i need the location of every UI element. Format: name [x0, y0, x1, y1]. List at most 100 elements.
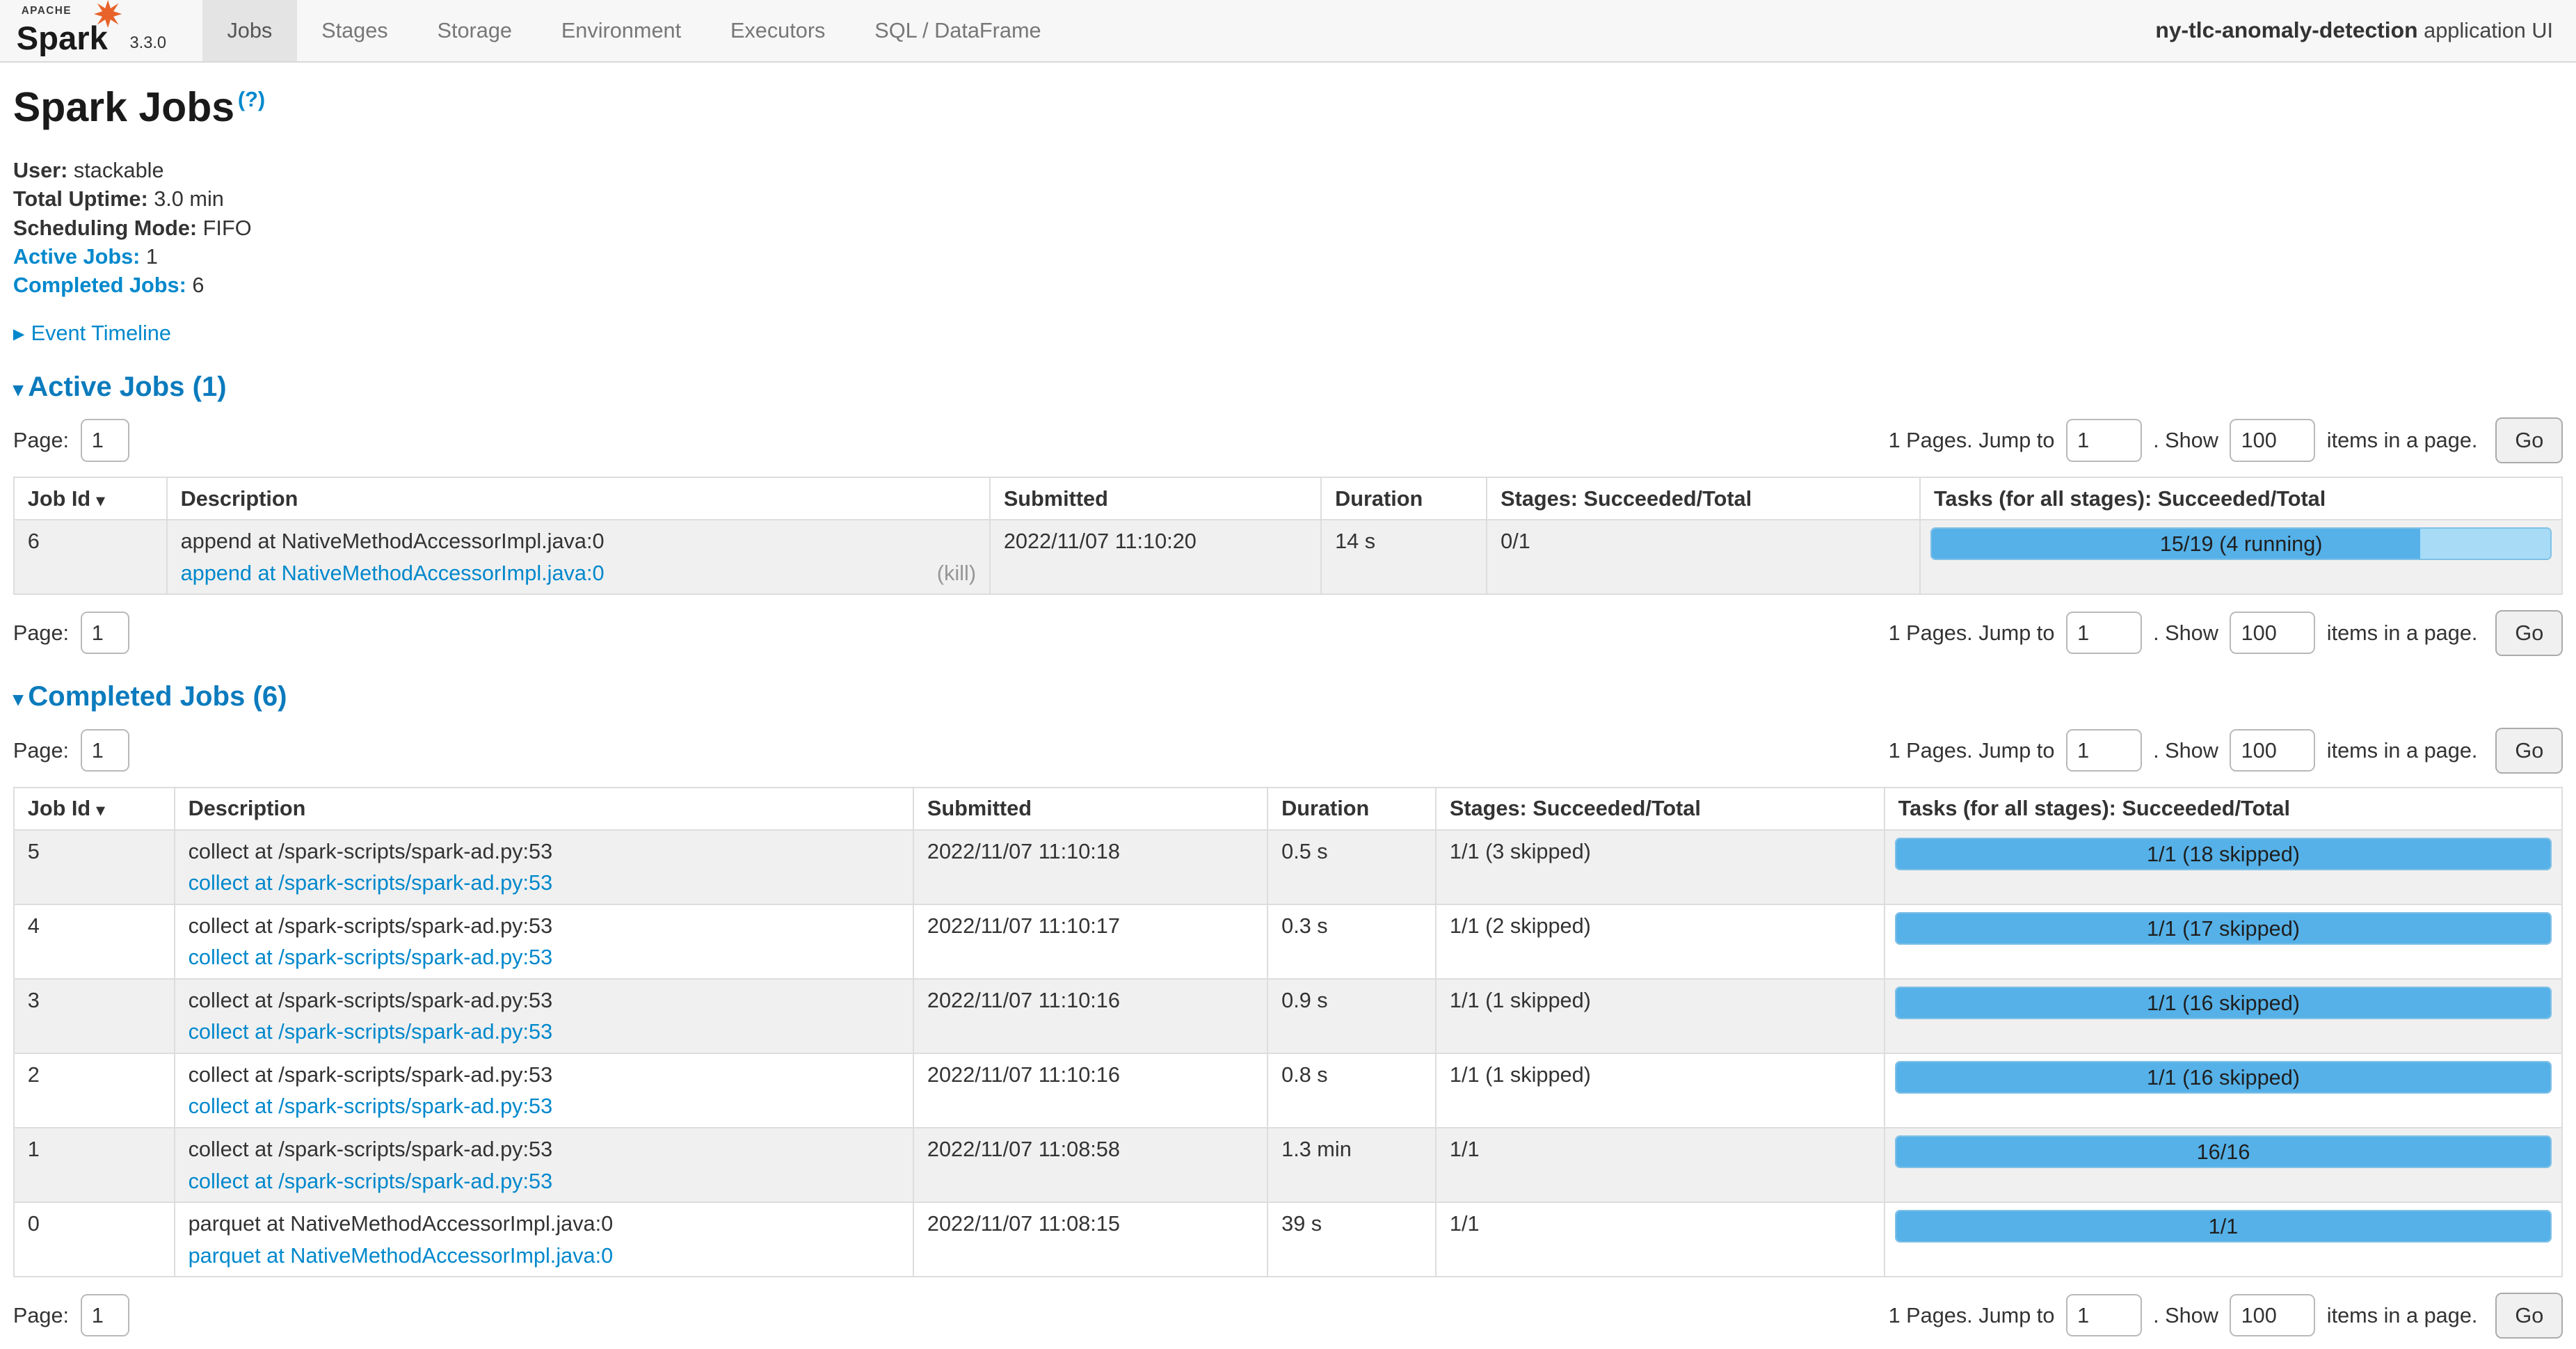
col-header-duration[interactable]: Duration: [1321, 477, 1487, 520]
go-button[interactable]: Go: [2495, 610, 2563, 656]
col-header-tasks[interactable]: Tasks (for all stages): Succeeded/Total: [1920, 477, 2562, 520]
completed-jobs-link[interactable]: Completed Jobs:: [13, 273, 186, 297]
description-text: collect at /spark-scripts/spark-ad.py:53: [189, 1062, 900, 1087]
collapse-arrow-icon: ▾: [13, 688, 23, 710]
tasks-progress-bar: 1/1 (16 skipped): [1895, 987, 2552, 1019]
job-detail-link[interactable]: collect at /spark-scripts/spark-ad.py:53: [189, 945, 553, 969]
event-timeline-toggle[interactable]: ▶Event Timeline: [13, 321, 2563, 346]
tasks-progress-cell: 1/1: [1885, 1202, 2562, 1277]
tasks-progress-bar: 1/1: [1895, 1210, 2552, 1243]
description-text: collect at /spark-scripts/spark-ad.py:53: [189, 913, 900, 939]
col-header-job-id[interactable]: Job Id ▾: [14, 788, 175, 831]
submitted-cell: 2022/11/07 11:10:17: [913, 904, 1267, 979]
completed-job-row-2: 2 collect at /spark-scripts/spark-ad.py:…: [14, 1053, 2562, 1128]
progress-label: 1/1 (16 skipped): [1896, 1062, 2550, 1094]
page-label: Page:: [13, 428, 69, 453]
nav-tab-jobs[interactable]: Jobs: [202, 0, 297, 61]
job-detail-link[interactable]: append at NativeMethodAccessorImpl.java:…: [181, 561, 605, 585]
description-cell: collect at /spark-scripts/spark-ad.py:53…: [175, 904, 913, 979]
items-per-page-input[interactable]: [2230, 729, 2315, 772]
duration-cell: 0.3 s: [1267, 904, 1436, 979]
items-per-page-input[interactable]: [2230, 419, 2315, 461]
completed-job-row-1: 1 collect at /spark-scripts/spark-ad.py:…: [14, 1128, 2562, 1202]
progress-label: 1/1: [1896, 1211, 2550, 1243]
job-detail-link[interactable]: parquet at NativeMethodAccessorImpl.java…: [189, 1243, 614, 1268]
tasks-progress-cell: 1/1 (17 skipped): [1885, 904, 2562, 979]
jump-to-page-input[interactable]: [2066, 419, 2142, 461]
page-number-input[interactable]: [81, 1294, 130, 1336]
tasks-progress-cell: 1/1 (16 skipped): [1885, 979, 2562, 1053]
job-id-cell: 3: [14, 979, 175, 1053]
kill-link[interactable]: (kill): [937, 561, 976, 586]
active-jobs-section-toggle[interactable]: ▾Active Jobs (1): [13, 371, 2563, 403]
pagination-active-top: Page: 1 Pages. Jump to . Show items in a…: [13, 417, 2563, 463]
main-content: Spark Jobs(?) User: stackable Total Upti…: [0, 83, 2576, 1338]
sort-desc-icon: ▾: [97, 801, 105, 820]
jump-to-page-input[interactable]: [2066, 1294, 2142, 1336]
page-number-input[interactable]: [81, 419, 130, 461]
completed-job-row-4: 4 collect at /spark-scripts/spark-ad.py:…: [14, 904, 2562, 979]
tasks-progress-bar: 1/1 (18 skipped): [1895, 838, 2552, 870]
description-cell: collect at /spark-scripts/spark-ad.py:53…: [175, 1128, 913, 1202]
stages-cell: 1/1 (2 skipped): [1436, 904, 1885, 979]
col-header-tasks[interactable]: Tasks (for all stages): Succeeded/Total: [1885, 788, 2562, 831]
nav-tab-executors[interactable]: Executors: [706, 0, 850, 61]
summary-uptime: Total Uptime: 3.0 min: [13, 184, 2563, 213]
jump-to-page-input[interactable]: [2066, 612, 2142, 654]
pages-jump-text: 1 Pages. Jump to: [1889, 428, 2055, 453]
active-jobs-link[interactable]: Active Jobs:: [13, 244, 140, 269]
stages-cell: 1/1: [1436, 1202, 1885, 1277]
pagination-completed-bottom: Page: 1 Pages. Jump to . Show items in a…: [13, 1293, 2563, 1339]
nav-tab-storage[interactable]: Storage: [413, 0, 536, 61]
col-header-duration[interactable]: Duration: [1267, 788, 1436, 831]
help-link[interactable]: (?): [238, 87, 265, 111]
col-header-submitted[interactable]: Submitted: [990, 477, 1321, 520]
go-button[interactable]: Go: [2495, 728, 2563, 774]
page-title: Spark Jobs(?): [13, 83, 2563, 131]
nav-tab-stages[interactable]: Stages: [297, 0, 413, 61]
col-header-submitted[interactable]: Submitted: [913, 788, 1267, 831]
spark-brand[interactable]: APACHE Spark 3.3.0: [0, 0, 179, 61]
col-header-description[interactable]: Description: [167, 477, 990, 520]
job-id-cell: 1: [14, 1128, 175, 1202]
page-number-input[interactable]: [81, 729, 130, 772]
nav-tab-environment[interactable]: Environment: [536, 0, 705, 61]
stages-cell: 1/1 (1 skipped): [1436, 979, 1885, 1053]
items-text: items in a page.: [2327, 621, 2478, 646]
submitted-cell: 2022/11/07 11:08:15: [913, 1202, 1267, 1277]
completed-jobs-section-toggle[interactable]: ▾Completed Jobs (6): [13, 680, 2563, 712]
items-text: items in a page.: [2327, 1303, 2478, 1328]
job-detail-link[interactable]: collect at /spark-scripts/spark-ad.py:53: [189, 1094, 553, 1118]
job-id-cell: 6: [14, 520, 167, 594]
col-header-stages[interactable]: Stages: Succeeded/Total: [1487, 477, 1920, 520]
page-number-input[interactable]: [81, 612, 130, 654]
active-jobs-count: 1: [146, 244, 158, 269]
collapse-arrow-icon: ▾: [13, 378, 23, 401]
go-button[interactable]: Go: [2495, 1293, 2563, 1339]
col-header-description[interactable]: Description: [175, 788, 913, 831]
show-text: . Show: [2153, 428, 2218, 453]
completed-job-row-3: 3 collect at /spark-scripts/spark-ad.py:…: [14, 979, 2562, 1053]
nav-tab-sql-dataframe[interactable]: SQL / DataFrame: [850, 0, 1066, 61]
submitted-cell: 2022/11/07 11:10:18: [913, 830, 1267, 904]
pagination-completed-top: Page: 1 Pages. Jump to . Show items in a…: [13, 728, 2563, 774]
jump-to-page-input[interactable]: [2066, 729, 2142, 772]
col-header-job-id[interactable]: Job Id ▾: [14, 477, 167, 520]
go-button[interactable]: Go: [2495, 417, 2563, 463]
completed-job-row-5: 5 collect at /spark-scripts/spark-ad.py:…: [14, 830, 2562, 904]
pages-jump-text: 1 Pages. Jump to: [1889, 738, 2055, 763]
pages-jump-text: 1 Pages. Jump to: [1889, 1303, 2055, 1328]
sort-desc-icon: ▾: [97, 492, 105, 510]
active-jobs-header-row: Job Id ▾ Description Submitted Duration …: [14, 477, 2562, 520]
summary-completed-jobs: Completed Jobs: 6: [13, 271, 2563, 299]
job-detail-link[interactable]: collect at /spark-scripts/spark-ad.py:53: [189, 1019, 553, 1044]
progress-label: 1/1 (17 skipped): [1896, 913, 2550, 945]
job-id-cell: 4: [14, 904, 175, 979]
items-per-page-input[interactable]: [2230, 612, 2315, 654]
items-per-page-input[interactable]: [2230, 1294, 2315, 1336]
col-header-stages[interactable]: Stages: Succeeded/Total: [1436, 788, 1885, 831]
show-text: . Show: [2153, 738, 2218, 763]
job-detail-link[interactable]: collect at /spark-scripts/spark-ad.py:53: [189, 1169, 553, 1193]
job-detail-link[interactable]: collect at /spark-scripts/spark-ad.py:53: [189, 870, 553, 895]
items-text: items in a page.: [2327, 428, 2478, 453]
